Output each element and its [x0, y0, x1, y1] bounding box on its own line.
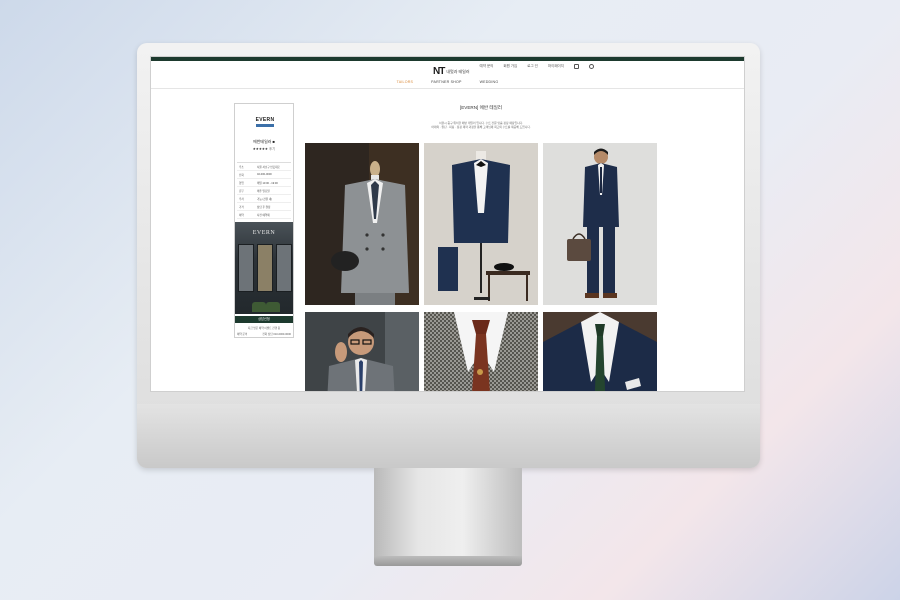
info-row: 예약 사전 예약제: [237, 211, 291, 219]
consult-button[interactable]: 상담신청: [235, 316, 293, 323]
man-navy-suit-illustration: [543, 143, 657, 305]
info-value: 사전 예약제: [257, 213, 270, 217]
contact-row: 예약 문의 전화 상담 010-0000-0000: [237, 332, 291, 336]
info-key: 주소: [239, 165, 244, 169]
description-line: 아래의 · 원단 · 피팅 · 정장 제작 과정을 통해 고객님께 최고의 수트…: [431, 125, 531, 129]
storefront-photo: EVERN: [235, 222, 293, 314]
util-link-login[interactable]: 로그 인: [527, 64, 538, 69]
contact-reservation-link[interactable]: 예약 문의: [237, 332, 247, 336]
info-key: 주차: [239, 197, 244, 201]
info-value: 02-000-0000: [257, 173, 272, 176]
screen: 예약 문의 회원 가입 로그 인 마이페이지 NT 내멋과 테일러 TAILOR…: [150, 56, 745, 392]
gallery-photo-grey-suit[interactable]: [305, 143, 419, 305]
shop-name: 에반테일러 ■: [253, 139, 275, 144]
navy-tuxedo-illustration: [424, 143, 538, 305]
rating: ★★★★★후기: [235, 146, 293, 151]
util-link-signup[interactable]: 회원 가입: [503, 64, 517, 69]
paisley-tie-illustration: [424, 312, 538, 391]
shop-sidebar: EVERN 에반테일러 ■ ★★★★★후기 주소 서울 서초구 반포대로 전화 02…: [234, 103, 294, 338]
logo-mark: NT: [433, 66, 445, 77]
gallery-photo-paisley-tie[interactable]: [424, 312, 538, 391]
info-value: 매주 일요일: [257, 189, 270, 193]
shop-content: [EVERN] 에반 테일러 서울시 중구 위치한 에반 테일러 입니다. 수트…: [305, 103, 657, 391]
monitor-chin: [137, 404, 760, 468]
storefront-sign: EVERN: [252, 230, 276, 236]
logo-text: 내멋과 테일러: [446, 68, 470, 74]
nav-item-partner-shop[interactable]: PARTNER SHOP: [431, 80, 461, 84]
nav-divider: [151, 88, 744, 89]
grey-suit-illustration: [305, 143, 419, 305]
gallery-photo-man-navy-suit[interactable]: [543, 143, 657, 305]
brand-logo-bar: [256, 124, 274, 127]
util-link-reservation[interactable]: 예약 문의: [480, 64, 494, 69]
site-logo[interactable]: NT 내멋과 테일러: [433, 66, 470, 77]
contact-phone-link[interactable]: 전화 상담 010-0000-0000: [262, 332, 291, 336]
rating-count[interactable]: 후기: [269, 147, 275, 151]
brand-logo: EVERN: [255, 117, 275, 123]
store-window: [276, 244, 292, 292]
store-window: [257, 244, 273, 292]
util-link-mypage[interactable]: 마이페이지: [548, 64, 564, 69]
info-row: 주차 가능 (건물 내): [237, 195, 291, 203]
monitor-stand: [374, 468, 522, 558]
info-row: 가격 상담 후 결정: [237, 203, 291, 211]
utility-links: 예약 문의 회원 가입 로그 인 마이페이지: [480, 64, 594, 69]
page-title: [EVERN] 에반 테일러: [459, 105, 503, 110]
search-icon[interactable]: [589, 64, 594, 69]
info-row: 주소 서울 서초구 반포대로: [237, 163, 291, 171]
info-row: 영업 매일 10:00 - 19:00: [237, 179, 291, 187]
gallery-photo-navy-tuxedo[interactable]: [424, 143, 538, 305]
main-nav: TAILORS PARTNER SHOP WEDDING: [151, 80, 744, 84]
cart-icon[interactable]: [574, 64, 579, 69]
info-value: 가능 (건물 내): [257, 197, 273, 201]
info-row: 휴무 매주 일요일: [237, 187, 291, 195]
rating-stars: ★★★★★: [252, 147, 268, 151]
nav-item-wedding[interactable]: WEDDING: [480, 80, 499, 84]
store-window: [238, 244, 254, 292]
info-value: 상담 후 결정: [257, 205, 271, 209]
gallery-photo-green-tie[interactable]: [543, 312, 657, 391]
info-key: 휴무: [239, 189, 244, 193]
shop-info-table: 주소 서울 서초구 반포대로 전화 02-000-0000 영업 매일 10:00 -…: [237, 162, 291, 219]
monitor-stand-base: [374, 556, 522, 566]
info-value: 매일 10:00 - 19:00: [257, 181, 278, 185]
nav-item-tailors[interactable]: TAILORS: [397, 80, 414, 84]
hedge: [266, 302, 280, 312]
info-value: 서울 서초구 반포대로: [257, 165, 280, 169]
gallery-photo-man-grey-suit[interactable]: [305, 312, 419, 391]
shop-description: 서울시 중구 위치한 에반 테일러 입니다. 수트 전문 맞춤 정장 매장입니다…: [305, 121, 657, 129]
top-accent-bar: [151, 57, 744, 61]
info-row: 전화 02-000-0000: [237, 171, 291, 179]
info-key: 영업: [239, 181, 244, 185]
info-key: 가격: [239, 205, 244, 209]
brand-box: EVERN 에반테일러 ■ ★★★★★후기 주소 서울 서초구 반포대로 전화 02…: [235, 104, 293, 222]
man-grey-suit-illustration: [305, 312, 419, 391]
event-notice: 지금 방문 예약 이벤트 진행 중: [247, 327, 281, 330]
green-tie-illustration: [543, 312, 657, 391]
hedge: [252, 302, 266, 312]
info-key: 전화: [239, 173, 244, 177]
info-key: 예약: [239, 213, 244, 217]
